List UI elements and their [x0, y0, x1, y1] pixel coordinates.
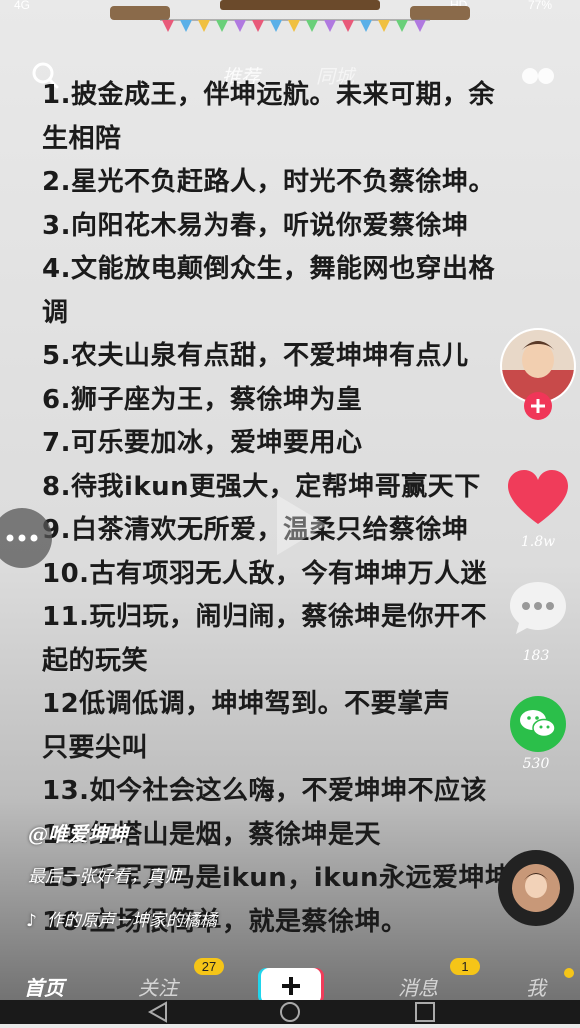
wechat-icon: [510, 696, 566, 752]
heart-icon: [508, 470, 568, 524]
notification-dot: [564, 968, 574, 978]
like-count: 1.8w: [520, 534, 556, 550]
share-count: 530: [522, 756, 550, 772]
system-navigation-bar: [0, 1000, 580, 1024]
tab-home[interactable]: 首页: [24, 972, 64, 1001]
more-options-icon[interactable]: [0, 508, 54, 572]
recents-icon: [415, 1002, 435, 1022]
tab-follow[interactable]: 关注: [138, 972, 178, 1001]
music-disc[interactable]: [496, 848, 576, 932]
comment-count: 183: [522, 648, 550, 664]
tab-me[interactable]: 我: [526, 972, 546, 1001]
text-line: 2.星光不负赶路人，时光不负蔡徐坤。: [42, 167, 495, 197]
text-line: 1.披金成王，伴坤远航。未来可期，余: [42, 80, 495, 110]
comment-icon: [510, 582, 566, 634]
tab-messages[interactable]: 消息: [398, 972, 438, 1001]
share-button[interactable]: 530: [508, 694, 568, 772]
network-indicator: 4G: [14, 0, 31, 12]
text-line: 5.农夫山泉有点甜，不爱坤坤有点儿: [42, 341, 469, 371]
text-line: 6.狮子座为王，蔡徐坤为皇: [42, 384, 363, 415]
text-line: 起的玩笑: [42, 645, 149, 676]
text-line: 7.可乐要加冰，爱坤要用心: [42, 428, 363, 458]
text-line: 3.向阳花木易为春，听说你爱蔡徐坤: [42, 210, 469, 241]
battery-indicator: 77%: [528, 0, 553, 12]
text-line: 只要尖叫: [42, 732, 149, 763]
author-handle[interactable]: @唯爱坤坤: [28, 818, 128, 847]
video-description: 最后一张好看，真帅: [28, 867, 181, 887]
like-button[interactable]: 1.8w: [506, 468, 570, 550]
text-line: 调: [42, 297, 69, 328]
messages-badge: 1: [450, 958, 480, 975]
follow-badge: 27: [194, 958, 224, 975]
text-line: 12低调低调，坤坤驾到。不要掌声: [42, 689, 451, 719]
decorative-banner: [100, 0, 480, 38]
back-icon: [147, 1001, 167, 1023]
music-title: 作的原声－坤家的橘橘: [46, 911, 217, 931]
music-note-icon: ♪: [26, 911, 37, 931]
comment-button[interactable]: 183: [508, 578, 568, 664]
home-icon: [280, 1002, 300, 1022]
play-icon[interactable]: [272, 490, 332, 564]
text-line: 11.玩归玩，闹归闹，蔡徐坤是你开不: [42, 602, 488, 632]
text-line: 4.文能放电颠倒众生，舞能网也穿出格: [42, 254, 495, 284]
text-line: 生相陪: [42, 123, 122, 154]
music-info[interactable]: ♪ 作的原声－坤家的橘橘: [26, 906, 217, 931]
text-line: 13.如今社会这么嗨，不爱坤坤不应该: [42, 776, 488, 806]
author-avatar[interactable]: [498, 326, 578, 426]
